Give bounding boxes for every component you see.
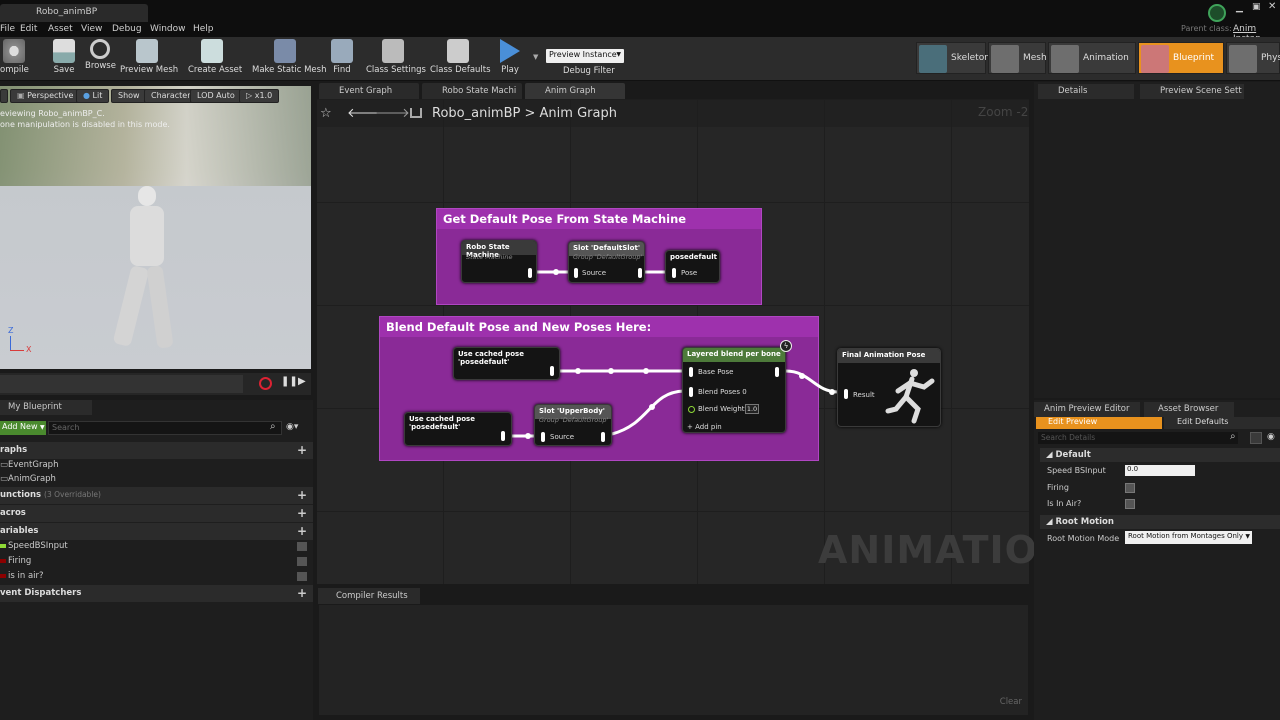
fast-path-lightning-icon: ϟ bbox=[780, 340, 792, 352]
node-use-cached-pose-1[interactable]: Use cached pose 'posedefault' bbox=[453, 347, 560, 380]
category-default[interactable]: ◢ Default bbox=[1040, 448, 1280, 462]
pin-source-label: Source bbox=[550, 433, 575, 441]
pose-output-pin-icon[interactable] bbox=[501, 431, 505, 441]
anim-preview-editor-tab[interactable]: Anim Preview Editor bbox=[1034, 402, 1140, 417]
clear-button[interactable]: Clear bbox=[1000, 697, 1022, 707]
details-search-input[interactable]: Search Details bbox=[1038, 432, 1238, 444]
pin-source-label: Source bbox=[582, 269, 607, 277]
wire-slot-to-blend bbox=[611, 389, 685, 436]
pose-input-pin-icon[interactable] bbox=[844, 389, 848, 399]
is-in-air-label: Is In Air? bbox=[1047, 499, 1082, 508]
node-subtitle: State Machine bbox=[466, 253, 513, 261]
search-icon[interactable]: ⌕ bbox=[1230, 431, 1236, 442]
add-pin-button[interactable]: + Add pin bbox=[687, 423, 722, 431]
is-in-air-checkbox[interactable] bbox=[1125, 499, 1135, 509]
pose-output-pin-icon[interactable] bbox=[638, 268, 642, 278]
firing-checkbox[interactable] bbox=[1125, 483, 1135, 493]
node-title: Final Animation Pose bbox=[838, 349, 940, 363]
node-use-cached-pose-2[interactable]: Use cached pose 'posedefault' bbox=[404, 412, 512, 446]
node-slot-upperbody[interactable]: Slot 'UpperBody' Group 'DefaultGroup' So… bbox=[534, 404, 612, 446]
details-tab[interactable]: Details bbox=[1038, 84, 1134, 99]
node-slot-default[interactable]: Slot 'DefaultSlot' Group 'DefaultGroup' … bbox=[568, 241, 645, 283]
pose-output-pin-icon[interactable] bbox=[528, 268, 532, 278]
running-mannequin-icon bbox=[885, 369, 935, 424]
pose-output-pin-icon[interactable] bbox=[550, 366, 554, 376]
pose-input-pin-icon[interactable] bbox=[689, 367, 693, 377]
preview-scene-settings-tab[interactable]: Preview Scene Sett bbox=[1140, 84, 1244, 99]
node-title: posedefault bbox=[670, 253, 717, 261]
pin-result-label: Result bbox=[853, 391, 875, 399]
speed-bsinput-label: Speed BSInput bbox=[1047, 466, 1106, 475]
category-root-motion[interactable]: ◢ Root Motion bbox=[1040, 515, 1280, 529]
compiler-results-body: Clear bbox=[319, 605, 1028, 715]
pin-blend-poses-label: Blend Poses 0 bbox=[698, 388, 747, 396]
plus-icon: + bbox=[687, 423, 696, 431]
collapse-arrow-icon: ◢ bbox=[1046, 517, 1056, 527]
pose-input-pin-icon[interactable] bbox=[672, 268, 676, 278]
eye-icon[interactable]: ◉ bbox=[1267, 432, 1275, 442]
details-panel: Details Preview Scene Sett bbox=[1034, 82, 1280, 398]
node-title: Use cached pose 'posedefault' bbox=[409, 415, 475, 431]
edit-defaults-button[interactable]: Edit Defaults bbox=[1164, 417, 1280, 429]
grid-view-icon[interactable] bbox=[1250, 432, 1262, 444]
node-final-animation-pose[interactable]: Final Animation Pose Result bbox=[837, 348, 941, 427]
pose-output-pin-icon[interactable] bbox=[775, 367, 779, 377]
dropdown-arrow-icon: ▼ bbox=[1245, 533, 1250, 540]
node-layered-blend[interactable]: Layered blend per bone Base Pose Blend P… bbox=[682, 347, 786, 433]
root-motion-mode-dropdown[interactable]: Root Motion from Montages Only ▼ bbox=[1125, 531, 1252, 544]
node-save-cached-pose[interactable]: posedefault Pose bbox=[665, 250, 720, 283]
pose-input-pin-icon[interactable] bbox=[689, 387, 693, 397]
node-title: Layered blend per bone bbox=[683, 348, 785, 362]
pin-pose-label: Pose bbox=[681, 269, 698, 277]
node-title: Use cached pose 'posedefault' bbox=[458, 350, 524, 366]
pin-base-pose-label: Base Pose bbox=[698, 368, 734, 376]
node-subtitle: Group 'DefaultGroup' bbox=[573, 253, 643, 261]
asset-browser-tab[interactable]: Asset Browser bbox=[1144, 402, 1234, 417]
edit-preview-button[interactable]: Edit Preview bbox=[1036, 417, 1162, 429]
node-state-machine[interactable]: Robo State Machine State Machine bbox=[461, 240, 537, 283]
compiler-results-tab[interactable]: Compiler Results bbox=[318, 588, 420, 604]
pose-input-pin-icon[interactable] bbox=[541, 432, 545, 442]
pose-input-pin-icon[interactable] bbox=[574, 268, 578, 278]
firing-label: Firing bbox=[1047, 483, 1069, 492]
node-subtitle: Group 'DefaultGroup' bbox=[539, 416, 609, 424]
float-input-pin-icon[interactable] bbox=[688, 406, 695, 413]
blend-weights-input[interactable]: 1.0 bbox=[745, 404, 759, 414]
root-motion-mode-label: Root Motion Mode bbox=[1047, 534, 1120, 543]
pose-output-pin-icon[interactable] bbox=[601, 432, 605, 442]
speed-bsinput-field[interactable]: 0.0 bbox=[1125, 465, 1195, 476]
collapse-arrow-icon: ◢ bbox=[1046, 450, 1056, 460]
wire-blend-to-result bbox=[785, 369, 839, 394]
